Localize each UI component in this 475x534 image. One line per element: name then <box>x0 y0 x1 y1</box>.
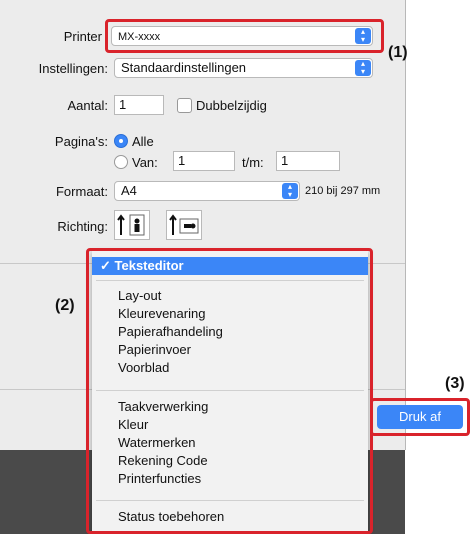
printer-label: Printer <box>63 29 102 44</box>
format-label: Formaat: <box>55 184 108 199</box>
settings-label: Instellingen: <box>38 61 108 76</box>
pages-range-radio[interactable] <box>114 155 128 169</box>
duplex-label: Dubbelzijdig <box>196 98 267 113</box>
duplex-checkbox[interactable] <box>177 98 192 113</box>
pages-to-label: t/m: <box>242 155 264 170</box>
pages-to-input[interactable]: 1 <box>276 151 340 171</box>
format-select[interactable]: A4 ▴ ▾ <box>114 181 300 201</box>
chevron-updown-icon: ▴ ▾ <box>355 60 371 76</box>
pages-from-label: Van: <box>132 155 158 170</box>
paper-size-text: 210 bij 297 mm <box>305 185 381 197</box>
pages-all-label: Alle <box>132 134 154 149</box>
pages-label: Pagina's: <box>54 134 108 149</box>
format-select-value: A4 <box>121 183 137 198</box>
chevron-updown-icon: ▴ ▾ <box>282 183 298 199</box>
portrait-orientation-button[interactable] <box>114 210 150 240</box>
copies-label: Aantal: <box>67 98 108 113</box>
callout-label-1: (1) <box>388 44 408 61</box>
portrait-icon <box>117 214 145 236</box>
callout-box-1 <box>105 19 384 53</box>
pages-all-radio[interactable] <box>114 134 128 148</box>
orientation-label: Richting: <box>57 219 108 234</box>
callout-label-3: (3) <box>445 375 465 392</box>
pages-from-input[interactable]: 1 <box>173 151 235 171</box>
settings-select[interactable]: Standaardinstellingen ▴ ▾ <box>114 58 373 78</box>
landscape-orientation-button[interactable] <box>166 210 202 240</box>
settings-select-value: Standaardinstellingen <box>121 60 247 75</box>
landscape-icon <box>169 214 199 235</box>
copies-input[interactable]: 1 <box>114 95 164 115</box>
callout-box-3 <box>370 398 470 436</box>
callout-box-2 <box>86 248 373 534</box>
callout-label-2: (2) <box>55 297 75 314</box>
